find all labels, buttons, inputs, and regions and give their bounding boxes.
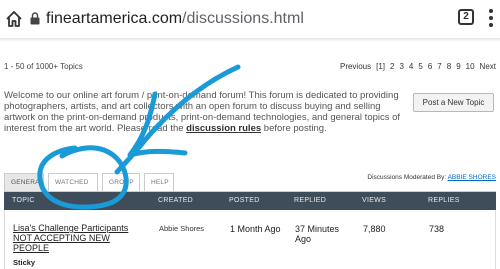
- intro-tail: before posting.: [261, 123, 327, 134]
- page-link[interactable]: 9: [456, 62, 460, 71]
- more-vert-icon[interactable]: [488, 9, 494, 29]
- page-link[interactable]: 3: [399, 62, 403, 71]
- page-link[interactable]: 8: [447, 62, 451, 71]
- tab-group[interactable]: GROUP: [102, 173, 140, 192]
- header-topic: TOPIC: [12, 197, 35, 204]
- header-views: VIEWS: [362, 197, 387, 204]
- posted-time: 1 Month Ago: [230, 224, 281, 234]
- browser-address-bar: fineartamerica.com/discussions.html 2: [0, 0, 500, 38]
- moderator-link[interactable]: ABBIE SHORES: [448, 174, 496, 181]
- discussion-rules-link[interactable]: discussion rules: [186, 123, 261, 134]
- current-page: [1]: [376, 62, 386, 71]
- tab-watched[interactable]: WATCHED: [48, 173, 98, 192]
- page-link[interactable]: 2: [390, 62, 394, 71]
- tab-general[interactable]: GENERAL: [4, 173, 44, 192]
- created-by[interactable]: Abbie Shores: [159, 224, 204, 233]
- moderated-by: Discussions Moderated By: ABBIE SHORES: [367, 174, 496, 181]
- reply-count: 738: [429, 224, 445, 234]
- previous-page-link[interactable]: Previous: [340, 62, 371, 71]
- url-host: fineartamerica.com: [46, 10, 183, 27]
- topic-title-link[interactable]: Lisa's Challenge Participants NOT ACCEPT…: [13, 223, 143, 253]
- header-created: CREATED: [158, 197, 194, 204]
- forum-intro: Welcome to our online art forum / print-…: [4, 90, 404, 134]
- url-field[interactable]: fineartamerica.com/discussions.html: [46, 10, 304, 28]
- page-link[interactable]: 6: [428, 62, 432, 71]
- toolbar-shadow: [0, 38, 500, 42]
- page-link[interactable]: 5: [418, 62, 422, 71]
- replied-time: 37 Minutes Ago: [295, 224, 340, 244]
- header-replied: REPLIED: [294, 197, 327, 204]
- tab-switcher-button[interactable]: 2: [458, 9, 474, 25]
- page-link[interactable]: 10: [466, 62, 475, 71]
- topic-count: 1 - 50 of 1000+ Topics: [4, 62, 83, 71]
- page-link[interactable]: 4: [409, 62, 413, 71]
- header-replies: REPLIES: [428, 197, 460, 204]
- header-posted: POSTED: [229, 197, 260, 204]
- next-page-link[interactable]: Next: [480, 62, 496, 71]
- page-link[interactable]: 7: [437, 62, 441, 71]
- tab-help[interactable]: HELP: [144, 173, 174, 192]
- sticky-label: Sticky: [13, 258, 36, 267]
- view-count: 7,880: [363, 224, 386, 234]
- pagination: Previous [1] 2 3 4 5 6 7 8 9 10 Next: [340, 62, 496, 71]
- post-new-topic-button[interactable]: Post a New Topic: [413, 93, 494, 112]
- forum-tabs: GENERAL WATCHED GROUP HELP: [4, 173, 174, 192]
- home-icon[interactable]: [4, 9, 24, 29]
- moderated-label: Discussions Moderated By:: [367, 174, 447, 181]
- url-path: /discussions.html: [182, 10, 304, 27]
- table-header: TOPIC CREATED POSTED REPLIED VIEWS REPLI…: [4, 192, 496, 210]
- table-row: Lisa's Challenge Participants NOT ACCEPT…: [4, 210, 496, 269]
- lock-icon: [30, 12, 40, 25]
